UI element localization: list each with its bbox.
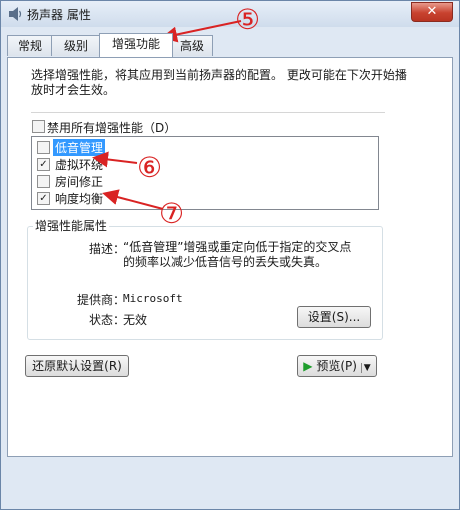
annotation-arrow-7: [102, 189, 164, 210]
annotation-arrow-5: [161, 20, 242, 43]
annotation-6: ⑥: [137, 151, 162, 184]
annotation-5: ⑤: [235, 3, 260, 36]
tab-enhancements[interactable]: 增强功能: [99, 33, 173, 57]
annotation-arrow-6: [92, 151, 138, 168]
annotation-overlay: ⑤ ⑥ ⑦: [92, 3, 260, 230]
annotation-7: ⑦: [159, 197, 184, 230]
speaker-properties-window: 扬声器 属性 ✕ 常规 级别 增强功能 高级 选择增强性能，将其应用到当前扬声器…: [0, 0, 460, 510]
